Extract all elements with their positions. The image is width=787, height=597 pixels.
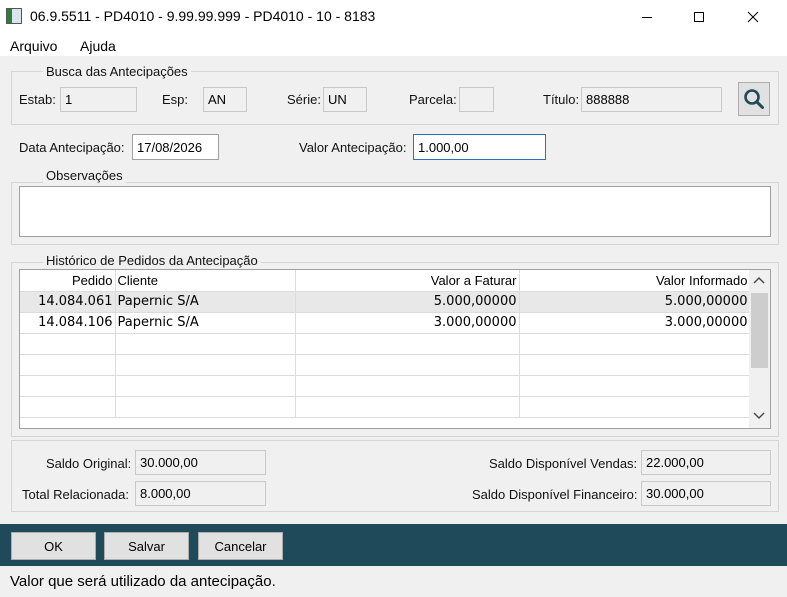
saldo-original-field: 30.000,00 <box>135 450 266 475</box>
table-row[interactable]: 14.084.061 Papernic S/A 5.000,00000 5.00… <box>20 291 751 313</box>
cell-valor-informado: 3.000,00000 <box>519 312 751 334</box>
grid-header-row: Pedido Cliente Valor a Faturar Valor Inf… <box>20 270 751 292</box>
cell-cliente: Papernic S/A <box>115 291 296 313</box>
observacoes-textarea[interactable] <box>19 186 771 237</box>
cell-valor-faturar: 3.000,00000 <box>295 312 520 334</box>
col-valor-faturar[interactable]: Valor a Faturar <box>295 270 520 292</box>
search-icon <box>744 89 764 109</box>
cell-valor-faturar: 5.000,00000 <box>295 291 520 313</box>
observacoes-legend: Observações <box>43 168 126 183</box>
cell-pedido: 14.084.106 <box>20 312 116 334</box>
data-antecipacao-field[interactable]: 17/08/2026 <box>132 134 219 160</box>
empty-row <box>20 396 751 418</box>
total-relacionada-field: 8.000,00 <box>135 481 266 506</box>
col-pedido[interactable]: Pedido <box>20 270 116 292</box>
scroll-thumb[interactable] <box>751 293 768 368</box>
ok-button[interactable]: OK <box>11 532 96 560</box>
scroll-down-icon[interactable] <box>752 410 766 425</box>
titulo-label: Título: <box>543 92 580 107</box>
status-text: Valor que será utilizado da antecipação. <box>10 573 276 590</box>
salvar-button[interactable]: Salvar <box>104 532 189 560</box>
valor-antecipacao-label: Valor Antecipação: <box>299 140 407 155</box>
menu-bar <box>0 34 787 58</box>
esp-label: Esp: <box>162 92 189 107</box>
historico-grid[interactable]: Pedido Cliente Valor a Faturar Valor Inf… <box>19 269 771 429</box>
saldo-financeiro-field: 30.000,00 <box>641 481 771 506</box>
data-antecipacao-label: Data Antecipação: <box>19 140 125 155</box>
col-cliente[interactable]: Cliente <box>115 270 296 292</box>
valor-antecipacao-field[interactable]: 1.000,00 <box>413 134 546 160</box>
minimize-button[interactable] <box>624 0 670 34</box>
saldo-vendas-label: Saldo Disponível Vendas: <box>489 456 638 471</box>
maximize-button[interactable] <box>676 0 722 34</box>
cell-valor-informado: 5.000,00000 <box>519 291 751 313</box>
total-relacionada-label: Total Relacionada: <box>22 487 129 502</box>
cancelar-button[interactable]: Cancelar <box>198 532 283 560</box>
saldo-financeiro-label: Saldo Disponível Financeiro: <box>472 487 638 502</box>
estab-field[interactable]: 1 <box>60 87 137 112</box>
menu-arquivo[interactable]: Arquivo <box>10 38 57 54</box>
parcela-label: Parcela: <box>409 92 457 107</box>
empty-row <box>20 333 751 355</box>
historico-legend: Histórico de Pedidos da Antecipação <box>43 253 261 268</box>
estab-label: Estab: <box>19 92 56 107</box>
minimize-icon <box>642 17 652 18</box>
empty-row <box>20 375 751 397</box>
maximize-icon <box>694 12 704 22</box>
search-button[interactable] <box>738 82 770 116</box>
window-title: 06.9.5511 - PD4010 - 9.99.99.999 - PD401… <box>30 8 376 24</box>
empty-row <box>20 354 751 376</box>
parcela-field[interactable] <box>459 87 494 112</box>
titulo-field[interactable]: 888888 <box>581 87 722 112</box>
serie-field[interactable]: UN <box>323 87 367 112</box>
scroll-up-icon[interactable] <box>752 274 766 289</box>
table-row[interactable]: 14.084.106 Papernic S/A 3.000,00000 3.00… <box>20 312 751 334</box>
esp-field[interactable]: AN <box>203 87 247 112</box>
app-icon <box>6 8 22 24</box>
col-valor-informado[interactable]: Valor Informado <box>519 270 751 292</box>
cell-cliente: Papernic S/A <box>115 312 296 334</box>
saldo-original-label: Saldo Original: <box>46 456 132 471</box>
busca-legend: Busca das Antecipações <box>43 64 191 79</box>
saldo-vendas-field: 22.000,00 <box>641 450 771 475</box>
close-icon <box>747 11 759 23</box>
serie-label: Série: <box>287 92 321 107</box>
cell-pedido: 14.084.061 <box>20 291 116 313</box>
close-button[interactable] <box>730 0 776 34</box>
menu-ajuda[interactable]: Ajuda <box>80 38 116 54</box>
